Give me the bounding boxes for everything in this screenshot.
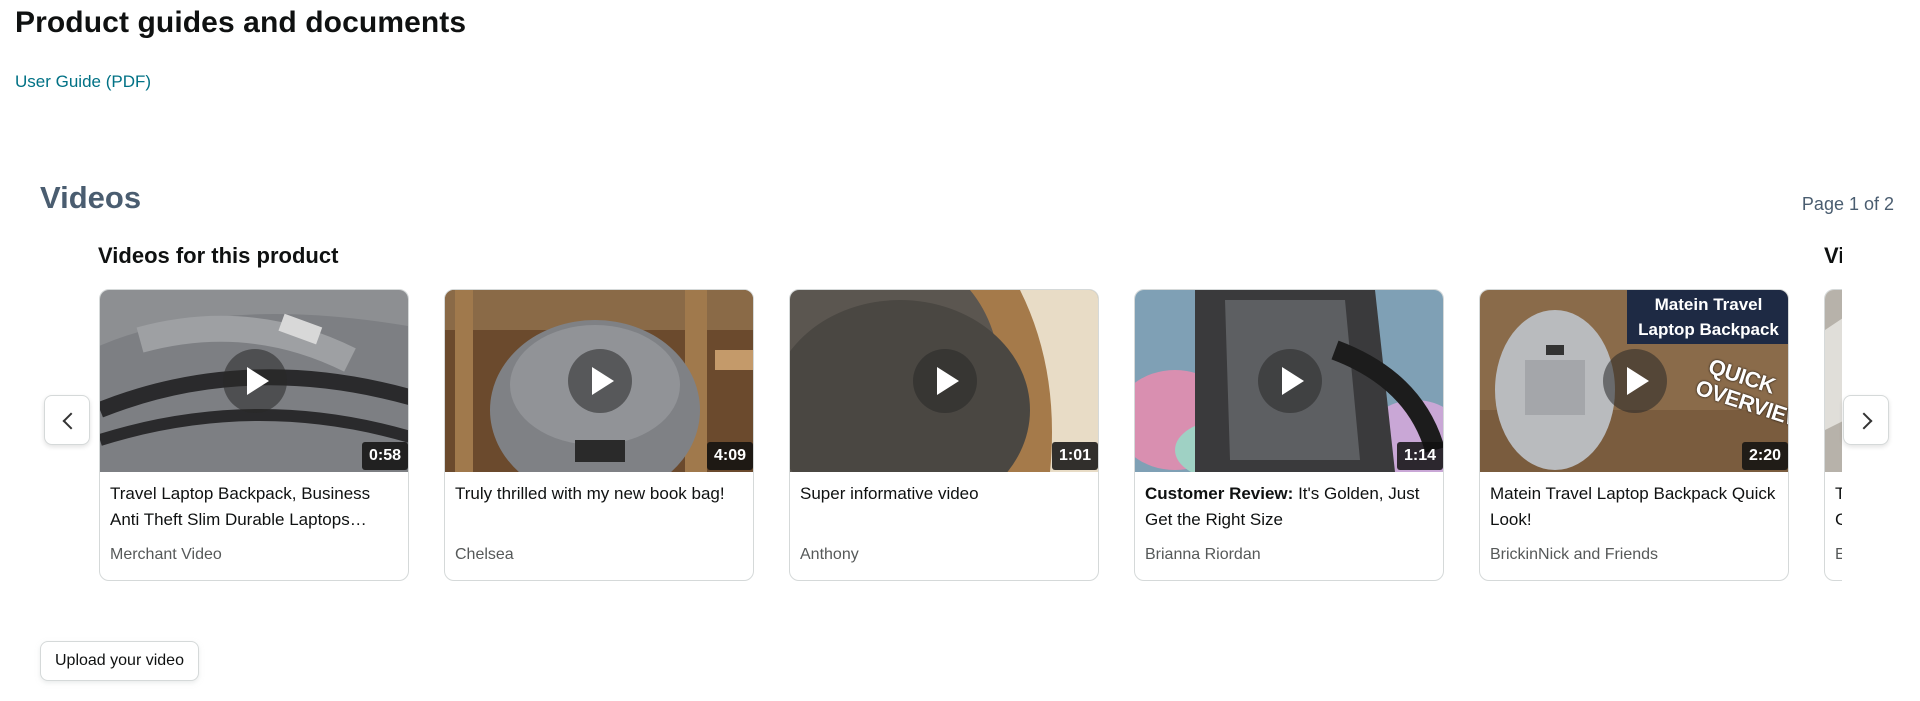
- video-thumbnail[interactable]: 1:14: [1135, 290, 1443, 472]
- videos-row-title: Videos for this product: [98, 243, 339, 268]
- play-icon[interactable]: [223, 349, 287, 413]
- play-icon[interactable]: [1258, 349, 1322, 413]
- play-icon[interactable]: [1603, 349, 1667, 413]
- video-duration: 1:14: [1396, 442, 1443, 470]
- video-title[interactable]: Customer Review: It's Golden, Just Get t…: [1145, 481, 1435, 533]
- video-thumbnail[interactable]: 1:01: [790, 290, 1098, 472]
- video-thumbnail[interactable]: 4:09: [445, 290, 753, 472]
- video-card[interactable]: T C E: [1824, 289, 1842, 581]
- video-duration: 0:58: [361, 442, 408, 470]
- video-thumbnail[interactable]: Matein Travel Laptop Backpack QUICK OVER…: [1480, 290, 1788, 472]
- video-card[interactable]: 0:58 Travel Laptop Backpack, Business An…: [99, 289, 409, 581]
- video-duration: 4:09: [706, 442, 753, 470]
- video-author: Anthony: [800, 546, 859, 563]
- video-card[interactable]: 1:14 Customer Review: It's Golden, Just …: [1134, 289, 1444, 581]
- video-card[interactable]: 1:01 Super informative video Anthony: [789, 289, 1099, 581]
- video-card[interactable]: 4:09 Truly thrilled with my new book bag…: [444, 289, 754, 581]
- videos-section-title: Videos: [40, 180, 142, 215]
- play-icon[interactable]: [568, 349, 632, 413]
- upload-video-button[interactable]: Upload your video: [40, 641, 199, 681]
- chevron-right-icon: [1855, 412, 1873, 430]
- next-row-title-peek: Vi: [1824, 243, 1842, 268]
- play-icon[interactable]: [913, 349, 977, 413]
- carousel-next-button[interactable]: [1843, 395, 1889, 445]
- video-title[interactable]: Travel Laptop Backpack, Business Anti Th…: [110, 481, 400, 533]
- video-author: Brianna Riordan: [1145, 546, 1261, 563]
- thumbnail-banner: Matein Travel Laptop Backpack: [1627, 290, 1788, 344]
- video-title[interactable]: Matein Travel Laptop Backpack Quick Look…: [1490, 481, 1780, 533]
- video-thumbnail[interactable]: [1825, 290, 1842, 472]
- video-author: BrickinNick and Friends: [1490, 546, 1659, 563]
- user-guide-pdf-link[interactable]: User Guide (PDF): [15, 72, 151, 92]
- video-thumbnail[interactable]: 0:58: [100, 290, 408, 472]
- video-duration: 1:01: [1051, 442, 1098, 470]
- video-title[interactable]: Truly thrilled with my new book bag!: [455, 481, 745, 507]
- chevron-left-icon: [62, 412, 80, 430]
- video-card[interactable]: Matein Travel Laptop Backpack QUICK OVER…: [1479, 289, 1789, 581]
- product-guides-title: Product guides and documents: [15, 6, 467, 39]
- video-author: Chelsea: [455, 546, 514, 563]
- carousel-prev-button[interactable]: [44, 395, 90, 445]
- video-carousel: 0:58 Travel Laptop Backpack, Business An…: [99, 289, 1842, 584]
- video-author: E: [1835, 546, 1842, 564]
- video-author: Merchant Video: [110, 546, 222, 563]
- video-duration: 2:20: [1741, 442, 1788, 470]
- video-title[interactable]: Super informative video: [800, 481, 1090, 507]
- page-indicator: Page 1 of 2: [1801, 194, 1894, 214]
- video-title[interactable]: T C: [1835, 481, 1842, 533]
